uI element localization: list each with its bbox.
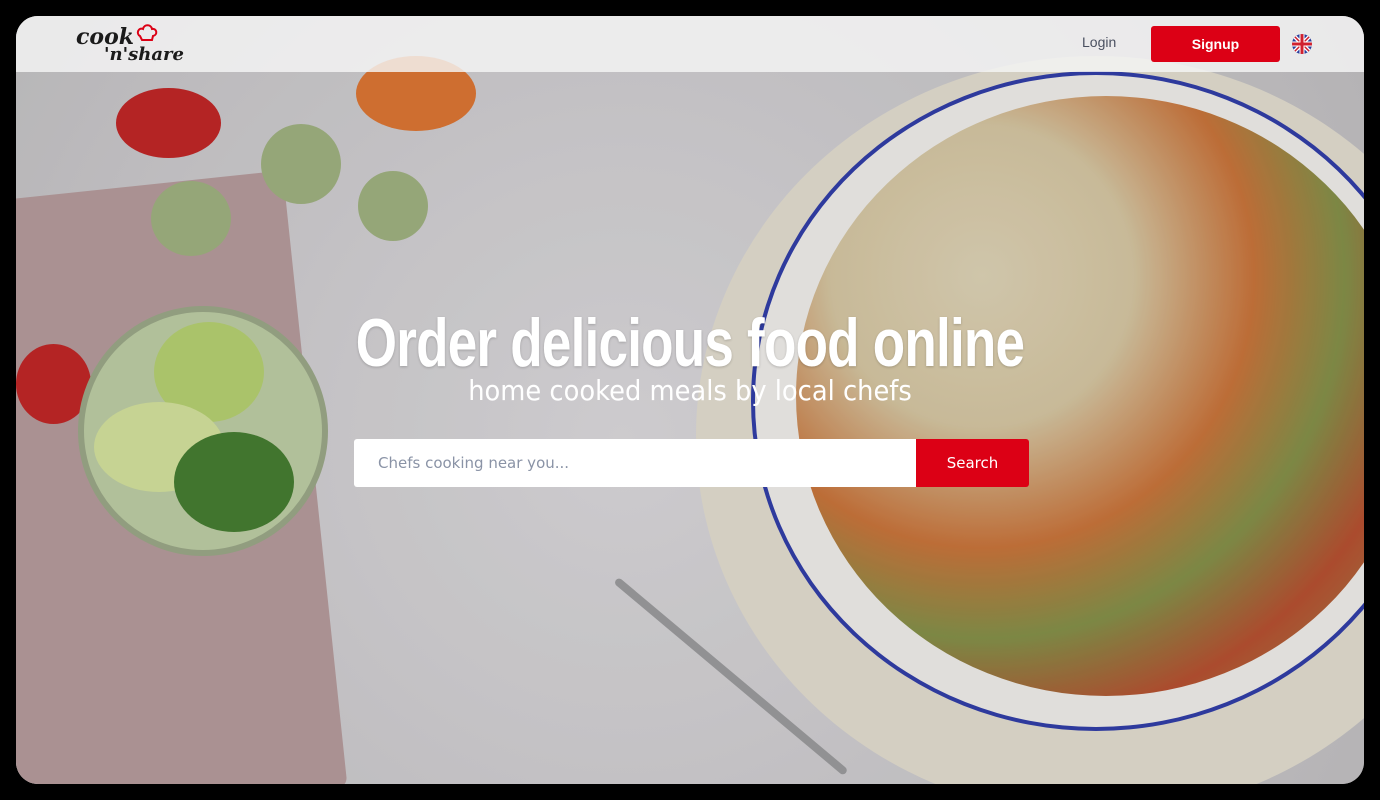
uk-flag-icon[interactable] xyxy=(1292,34,1312,54)
top-nav: cook 'n'share Login Signup xyxy=(16,16,1364,72)
page-frame: cook 'n'share Login Signup Order delicio… xyxy=(16,16,1364,784)
search-input[interactable] xyxy=(354,439,916,487)
chef-hat-icon xyxy=(136,24,158,41)
signup-button[interactable]: Signup xyxy=(1151,26,1280,62)
login-link[interactable]: Login xyxy=(1082,34,1116,50)
search-button[interactable]: Search xyxy=(916,439,1029,487)
search-bar: Search xyxy=(354,439,1029,487)
hero-subtitle: home cooked meals by local chefs xyxy=(468,374,912,407)
logo[interactable]: cook 'n'share xyxy=(76,24,184,68)
hero-title: Order delicious food online xyxy=(355,305,1025,381)
logo-text-share: 'n'share xyxy=(104,44,184,65)
